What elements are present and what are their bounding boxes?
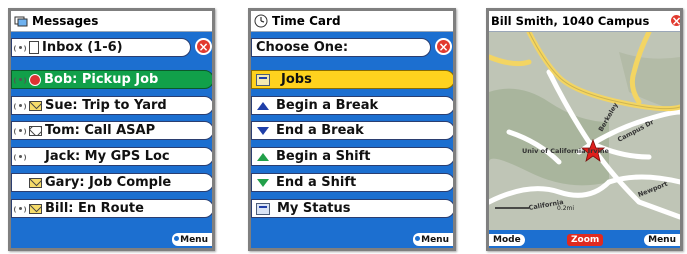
- urgent-message-icon: [29, 73, 41, 86]
- menu-button[interactable]: Menu: [172, 233, 212, 246]
- signal-icon: [14, 126, 27, 136]
- message-label: Jack: My GPS Loc: [45, 149, 170, 164]
- message-row-1[interactable]: Bob: Pickup Job: [11, 70, 212, 89]
- messages-title: Messages: [32, 14, 99, 28]
- inbox-label: Inbox (1-6): [42, 40, 123, 55]
- envelope-icon: [29, 100, 42, 111]
- choose-one-row: Choose One:: [251, 38, 431, 57]
- timecard-item-end-break[interactable]: End a Break: [251, 121, 453, 140]
- zoom-button[interactable]: Zoom: [567, 234, 604, 246]
- signal-icon: [14, 152, 27, 162]
- map-screen: Bill Smith, 1040 Campus × Univ of Califo…: [486, 8, 683, 251]
- map-label-university: Univ of California Irvine: [522, 147, 610, 155]
- timecard-item-label: Jobs: [281, 72, 312, 87]
- jobs-icon: [256, 73, 270, 86]
- message-row-2[interactable]: Sue: Trip to Yard: [11, 96, 212, 115]
- signal-icon: [14, 204, 27, 214]
- timecard-item-my-status[interactable]: My Status: [251, 199, 453, 218]
- message-row-5[interactable]: Gary: Job Comple: [11, 173, 212, 192]
- message-row-4[interactable]: Jack: My GPS Loc: [11, 147, 212, 166]
- timecard-screen: Time Card Choose One: × Jobs Begin a Bre…: [248, 8, 456, 251]
- timecard-item-label: End a Shift: [276, 175, 357, 190]
- close-icon[interactable]: ×: [195, 38, 212, 55]
- message-label: Tom: Call ASAP: [45, 123, 156, 138]
- envelope-icon: [29, 177, 42, 188]
- timecard-titlebar: Time Card: [251, 11, 453, 32]
- map-bottom-bar: Mode Zoom Menu: [489, 232, 680, 248]
- open-envelope-icon: [29, 125, 42, 136]
- down-arrow-icon: [257, 126, 269, 135]
- messages-app-icon: [14, 14, 29, 28]
- timecard-item-label: My Status: [277, 201, 351, 216]
- down-arrow-icon: [257, 178, 269, 187]
- signal-icon: [14, 101, 27, 111]
- timecard-item-end-shift[interactable]: End a Shift: [251, 173, 453, 192]
- document-icon: [29, 41, 39, 54]
- mode-button[interactable]: Mode: [489, 234, 525, 246]
- up-arrow-icon: [257, 101, 269, 110]
- close-icon[interactable]: ×: [669, 13, 680, 28]
- map-titlebar: Bill Smith, 1040 Campus: [489, 11, 680, 32]
- signal-icon: [14, 75, 27, 85]
- menu-button[interactable]: Menu: [413, 233, 453, 246]
- message-row-3[interactable]: Tom: Call ASAP: [11, 121, 212, 140]
- message-row-6[interactable]: Bill: En Route: [11, 199, 212, 218]
- close-icon[interactable]: ×: [435, 38, 452, 55]
- timecard-item-jobs[interactable]: Jobs: [251, 70, 453, 89]
- map-title: Bill Smith, 1040 Campus: [491, 14, 650, 28]
- timecard-item-begin-break[interactable]: Begin a Break: [251, 96, 453, 115]
- up-arrow-icon: [257, 152, 269, 161]
- timecard-item-label: End a Break: [276, 123, 364, 138]
- menu-button[interactable]: Menu: [644, 234, 680, 246]
- map-scale-label: 0.2mi: [557, 205, 574, 212]
- timecard-item-label: Begin a Break: [276, 98, 379, 113]
- map-view[interactable]: Univ of California Irvine Campus Dr Berk…: [489, 32, 680, 230]
- message-label: Sue: Trip to Yard: [45, 98, 167, 113]
- timecard-title: Time Card: [272, 14, 341, 28]
- messages-titlebar: Messages: [11, 11, 212, 32]
- signal-icon: [14, 43, 27, 53]
- timecard-item-begin-shift[interactable]: Begin a Shift: [251, 147, 453, 166]
- message-label: Bob: Pickup Job: [44, 72, 159, 87]
- status-card-icon: [256, 202, 270, 215]
- timecard-item-label: Begin a Shift: [276, 149, 371, 164]
- envelope-icon: [29, 203, 42, 214]
- inbox-row[interactable]: Inbox (1-6): [11, 38, 191, 57]
- messages-screen: Messages Inbox (1-6) × Bob: Pickup Job S…: [8, 8, 215, 251]
- clock-icon: [254, 14, 269, 28]
- message-label: Bill: En Route: [45, 201, 144, 216]
- map-canvas[interactable]: Univ of California Irvine Campus Dr Berk…: [489, 32, 680, 230]
- message-label: Gary: Job Comple: [45, 175, 172, 190]
- choose-one-label: Choose One:: [256, 40, 349, 55]
